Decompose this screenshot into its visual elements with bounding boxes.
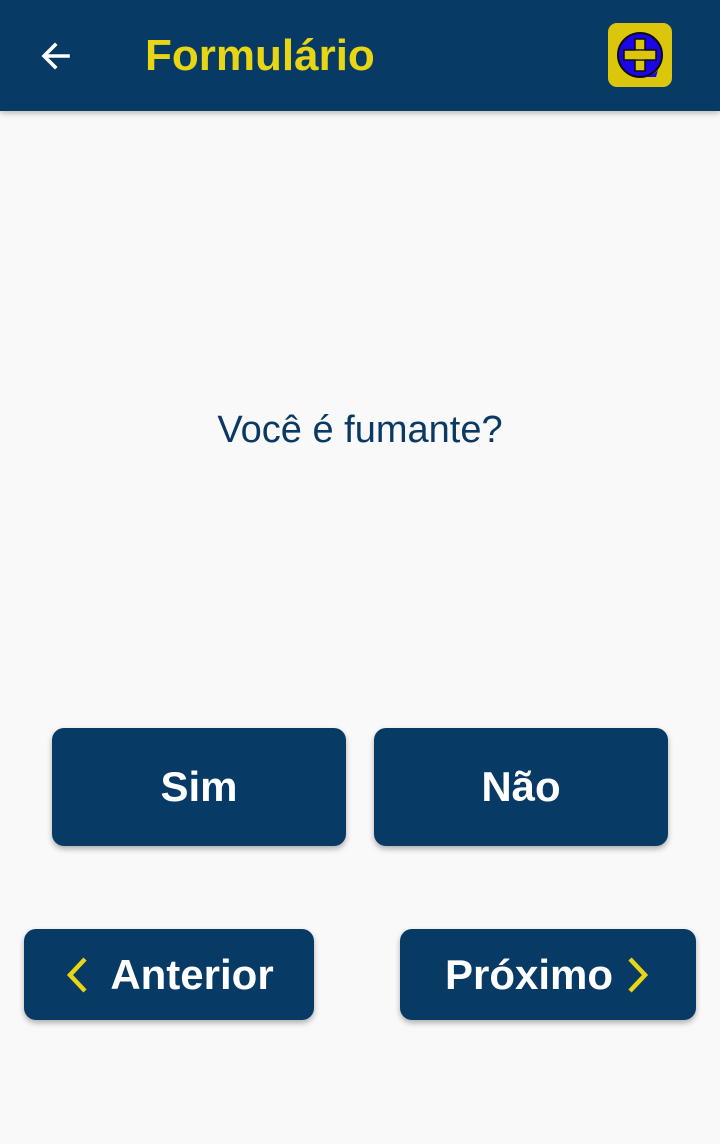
no-button-label: Não [481, 763, 561, 810]
yes-button-label: Sim [160, 763, 238, 810]
previous-button-label: Anterior [110, 950, 274, 998]
question-text: Você é fumante? [217, 409, 503, 451]
chevron-right-icon [625, 955, 651, 995]
app-logo[interactable] [608, 23, 672, 87]
medical-cross-logo-icon [617, 32, 663, 78]
no-button[interactable]: Não [374, 728, 668, 846]
next-button[interactable]: Próximo [400, 929, 696, 1020]
yes-button[interactable]: Sim [52, 728, 346, 846]
next-button-label: Próximo [444, 950, 614, 998]
arrow-left-icon [41, 42, 70, 70]
chevron-left-icon [64, 955, 90, 995]
previous-button[interactable]: Anterior [24, 929, 314, 1020]
page-title: Formulário [145, 31, 375, 80]
back-button[interactable] [28, 28, 84, 84]
app-bar: Formulário [0, 0, 720, 111]
